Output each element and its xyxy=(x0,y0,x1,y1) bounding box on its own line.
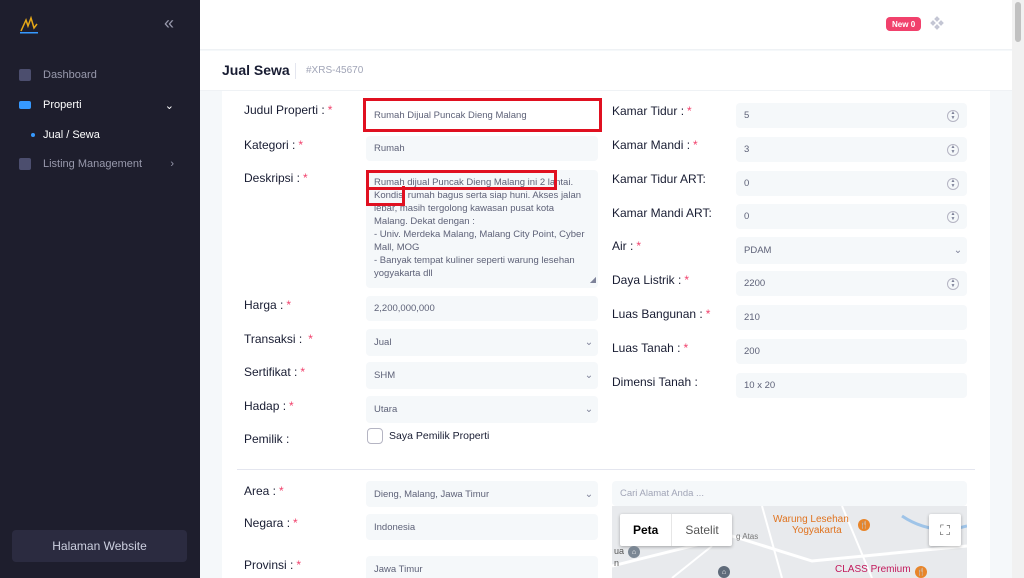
brand-logo[interactable] xyxy=(18,14,40,36)
bullet-dot-icon xyxy=(31,133,35,137)
pemilik-checkbox[interactable] xyxy=(367,428,383,444)
header-divider xyxy=(295,63,296,79)
luas-bangunan-label: Luas Bangunan : * xyxy=(612,307,711,321)
map-poi-label[interactable]: Yogyakarta xyxy=(792,525,842,536)
stepper-icon[interactable]: ▲ ▼ xyxy=(947,177,959,190)
collapse-sidebar-icon[interactable]: « xyxy=(164,14,174,32)
kamar-tidur-art-input[interactable]: 0 ▲ ▼ xyxy=(736,171,967,196)
chevron-down-icon: ⌄ xyxy=(584,488,594,500)
sidebar: « Dashboard Properti ⌄ Jual / Sewa Listi… xyxy=(0,0,200,578)
deskripsi-label: Deskripsi : * xyxy=(244,171,308,185)
chevron-down-icon: ⌄ xyxy=(584,370,594,381)
map-road-label: g Atas xyxy=(736,532,759,541)
negara-input[interactable]: Indonesia xyxy=(366,514,598,540)
area-select[interactable]: Dieng, Malang, Jawa Timur ⌄ xyxy=(366,481,598,507)
kamar-tidur-art-label: Kamar Tidur ART: xyxy=(612,172,706,186)
page-scrollbar[interactable] xyxy=(1012,0,1024,578)
scrollbar-thumb[interactable] xyxy=(1015,2,1021,42)
chevron-right-icon: › xyxy=(170,158,174,170)
chevron-down-icon: ⌄ xyxy=(584,337,594,348)
hadap-select[interactable]: Utara ⌄ xyxy=(366,396,598,423)
stepper-icon[interactable]: ▲ ▼ xyxy=(947,109,959,122)
air-select[interactable]: PDAM ⌄ xyxy=(736,237,967,264)
judul-label: Judul Properti : * xyxy=(244,103,333,117)
chevron-down-icon: ⌄ xyxy=(953,245,963,256)
badge-label: New xyxy=(892,19,909,29)
website-button[interactable]: Halaman Website xyxy=(12,530,187,562)
map-type-control: Peta Satelit xyxy=(620,514,732,546)
pemilik-checkbox-label[interactable]: Saya Pemilik Properti xyxy=(389,430,489,442)
air-label: Air : * xyxy=(612,239,642,253)
map-edge-label: n xyxy=(614,558,620,568)
judul-input[interactable]: Rumah Dijual Puncak Dieng Malang xyxy=(366,101,598,129)
page-title: Jual Sewa xyxy=(222,62,290,78)
provinsi-label: Provinsi : * xyxy=(244,558,302,572)
sidebar-subitem-jual-sewa[interactable]: Jual / Sewa xyxy=(0,124,200,146)
restaurant-icon[interactable]: 🍴 xyxy=(915,566,927,578)
pemilik-label: Pemilik : xyxy=(244,432,290,446)
sidebar-item-dashboard[interactable]: Dashboard xyxy=(0,61,200,89)
apps-grid-icon[interactable] xyxy=(930,16,944,30)
resize-grip-icon[interactable]: ◢ xyxy=(590,273,596,286)
place-icon[interactable]: ⌂ xyxy=(628,546,640,558)
transaksi-label: Transaksi : * xyxy=(244,332,313,346)
sidebar-item-label: Listing Management xyxy=(43,158,143,170)
kamar-tidur-label: Kamar Tidur : * xyxy=(612,104,692,118)
kamar-tidur-input[interactable]: 5 ▲ ▼ xyxy=(736,103,967,128)
school-icon[interactable]: ⌂ xyxy=(718,566,730,578)
area-label: Area : * xyxy=(244,484,284,498)
sidebar-item-properti[interactable]: Properti ⌄ xyxy=(0,91,200,119)
luas-bangunan-input[interactable]: 210 xyxy=(736,305,967,330)
sertifikat-label: Sertifikat : * xyxy=(244,365,306,379)
dashboard-icon xyxy=(19,69,31,81)
hadap-label: Hadap : * xyxy=(244,399,294,413)
sertifikat-select[interactable]: SHM ⌄ xyxy=(366,362,598,389)
page-header: Jual Sewa #XRS-45670 xyxy=(200,51,1012,91)
section-divider xyxy=(237,469,975,470)
notification-badge[interactable]: New 0 xyxy=(886,17,922,31)
kamar-mandi-label: Kamar Mandi : * xyxy=(612,138,698,152)
sidebar-item-label: Dashboard xyxy=(43,69,97,81)
dimensi-input[interactable]: 10 x 20 xyxy=(736,373,967,398)
chevron-down-icon: ⌄ xyxy=(164,99,174,112)
kamar-mandi-art-label: Kamar Mandi ART: xyxy=(612,206,712,220)
property-code: #XRS-45670 xyxy=(306,65,364,76)
fullscreen-icon[interactable]: ⛶ xyxy=(929,514,961,546)
provinsi-input[interactable]: Jawa Timur xyxy=(366,556,598,578)
chevron-down-icon: ⌄ xyxy=(584,404,594,415)
listing-icon xyxy=(19,158,31,170)
daya-input[interactable]: 2200 ▲ ▼ xyxy=(736,271,967,296)
properti-icon xyxy=(19,101,31,109)
sidebar-subitem-label: Jual / Sewa xyxy=(43,129,100,141)
map-search-input[interactable]: Cari Alamat Anda ... xyxy=(612,481,967,506)
stepper-icon[interactable]: ▲ ▼ xyxy=(947,277,959,290)
kategori-select[interactable]: Rumah xyxy=(366,136,598,161)
stepper-icon[interactable]: ▲ ▼ xyxy=(947,143,959,156)
sidebar-item-label: Properti xyxy=(43,99,82,111)
sidebar-item-listing-management[interactable]: Listing Management › xyxy=(0,150,200,178)
map-view[interactable]: Peta Satelit ⛶ Warung Lesehan Yogyakarta… xyxy=(612,506,967,578)
map-type-peta-button[interactable]: Peta xyxy=(620,514,671,546)
luas-tanah-input[interactable]: 200 xyxy=(736,339,967,364)
negara-label: Negara : * xyxy=(244,516,298,530)
daya-label: Daya Listrik : * xyxy=(612,273,690,287)
restaurant-icon[interactable]: 🍴 xyxy=(858,519,870,531)
kategori-label: Kategori : * xyxy=(244,138,304,152)
stepper-icon[interactable]: ▲ ▼ xyxy=(947,210,959,223)
transaksi-select[interactable]: Jual ⌄ xyxy=(366,329,598,356)
kamar-mandi-input[interactable]: 3 ▲ ▼ xyxy=(736,137,967,162)
luas-tanah-label: Luas Tanah : * xyxy=(612,341,689,355)
map-edge-label: ua xyxy=(614,546,625,556)
dimensi-label: Dimensi Tanah : xyxy=(612,375,698,389)
deskripsi-textarea[interactable]: Rumah dijual Puncak Dieng Malang ini 2 l… xyxy=(366,170,598,288)
badge-count: 0 xyxy=(910,19,916,29)
kamar-mandi-art-input[interactable]: 0 ▲ ▼ xyxy=(736,204,967,229)
map-type-satelit-button[interactable]: Satelit xyxy=(671,514,731,546)
harga-input[interactable]: 2,200,000,000 xyxy=(366,296,598,321)
map-poi-label[interactable]: Warung Lesehan xyxy=(773,514,849,525)
harga-label: Harga : * xyxy=(244,298,292,312)
map-poi-label[interactable]: CLASS Premium xyxy=(835,564,911,575)
